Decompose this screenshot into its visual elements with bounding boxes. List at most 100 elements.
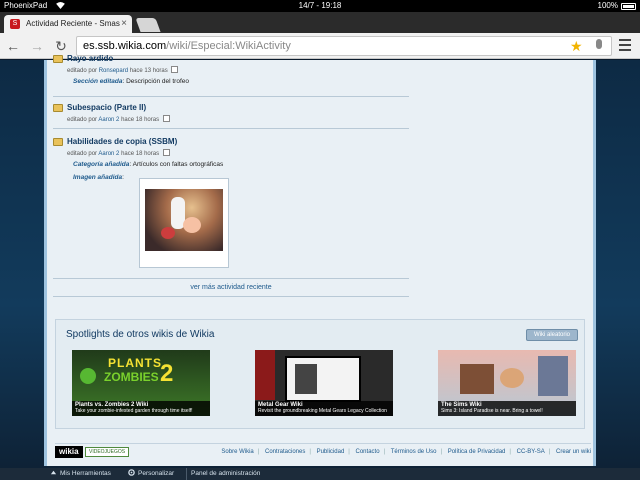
activity-title[interactable]: Rayo ardido <box>67 54 409 63</box>
tab-title: Actividad Reciente - Smas <box>26 19 120 28</box>
status-bar: PhoenixPad 14/7 - 19:18 100% <box>0 0 640 12</box>
activity-title[interactable]: Subespacio (Parte II) <box>67 103 409 112</box>
ssbm-screenshot <box>145 189 223 251</box>
activity-user[interactable]: Ronsepard <box>99 68 128 74</box>
back-arrow-icon[interactable]: ← <box>4 37 22 55</box>
spotlight-metal-gear[interactable]: Metal Gear Wiki Revisit the groundbreaki… <box>255 350 393 416</box>
battery-percent: 100% <box>597 1 618 10</box>
pvz-logo-text: PLANTS <box>108 356 162 370</box>
house-shape <box>538 356 568 396</box>
more-activity-link[interactable]: ver más actividad reciente <box>53 284 409 291</box>
forward-arrow-icon[interactable]: → <box>28 37 46 55</box>
activity-item: Habilidades de copia (SSBM) editado por … <box>53 137 409 181</box>
my-tools-button[interactable]: Mis Herramientas <box>50 468 111 480</box>
detail-text: : Artículos con faltas ortográficas <box>129 161 224 168</box>
footer-links: Sobre Wikia | Contrataciones | Publicidad |… <box>217 449 591 455</box>
figure-shape <box>161 227 175 239</box>
bookmark-star-icon[interactable]: ★ <box>570 37 583 55</box>
activity-title[interactable]: Habilidades de copia (SSBM) <box>67 137 409 146</box>
footer-link[interactable]: Contrataciones <box>265 449 305 455</box>
edit-icon <box>53 138 63 146</box>
random-wiki-button[interactable]: Wiki aleatorio <box>526 329 578 341</box>
activity-user[interactable]: Aaron 2 <box>98 151 119 157</box>
spotlight-desc: Take your zombie-infested garden through… <box>75 408 193 414</box>
activity-detail: Sección editada: Descripción del trofeo <box>73 78 409 85</box>
wikia-toolbar: Mis Herramientas Personalizar Panel de a… <box>0 468 640 480</box>
diff-icon[interactable] <box>171 66 179 73</box>
activity-meta: editado por Aaron 2 hace 18 horas <box>67 149 409 157</box>
tab-strip: S Actividad Reciente - Smas × <box>0 12 640 33</box>
customize-button[interactable]: Personalizar <box>128 468 174 480</box>
plant-shape <box>80 368 96 384</box>
customize-label: Personalizar <box>138 470 175 477</box>
divider <box>53 128 409 129</box>
activity-item: Rayo ardido editado por Ronsepard hace 1… <box>53 54 409 85</box>
footer-link[interactable]: Política de Privacidad <box>448 449 506 455</box>
red-shape <box>255 350 275 400</box>
gear-icon <box>128 469 135 476</box>
separator: | <box>440 449 443 455</box>
wikia-footer: wikia VIDEOJUEGOS Sobre Wikia | Contratac… <box>55 443 591 459</box>
edited-by-label: editado por <box>67 117 98 123</box>
menu-icon[interactable] <box>619 39 631 53</box>
wikia-logo[interactable]: wikia <box>55 446 83 458</box>
separator: | <box>257 449 260 455</box>
battery-icon <box>621 3 636 10</box>
edited-by-label: editado por <box>67 151 98 157</box>
my-tools-label: Mis Herramientas <box>60 470 111 477</box>
activity-meta: editado por Aaron 2 hace 18 horas <box>67 115 409 123</box>
wiki-content: Rayo ardido editado por Ronsepard hace 1… <box>44 54 596 466</box>
activity-time: hace 13 horas <box>129 68 168 74</box>
admin-panel-link[interactable]: Panel de administración <box>186 468 260 480</box>
edited-by-label: editado por <box>67 68 98 74</box>
detail-label: Sección editada <box>73 78 123 85</box>
address-bar[interactable]: es.ssb.wikia.com/wiki/Especial:WikiActiv… <box>76 36 612 56</box>
divider <box>53 278 409 279</box>
spotlight-pvz[interactable]: PLANTS ZOMBIES 2 Plants vs. Zombies 2 Wi… <box>72 350 210 416</box>
activity-item: Subespacio (Parte II) editado por Aaron … <box>53 103 409 123</box>
browser-tab[interactable]: S Actividad Reciente - Smas × <box>4 15 132 33</box>
image-added-colon: : <box>122 174 124 181</box>
image-thumbnail[interactable] <box>139 178 229 268</box>
chevron-up-icon <box>50 470 57 475</box>
house-shape <box>460 364 494 394</box>
divider <box>53 296 409 297</box>
person-shape <box>500 368 524 388</box>
separator: | <box>348 449 350 455</box>
activity-time: hace 18 horas <box>121 117 160 123</box>
footer-link[interactable]: Términos de Uso <box>391 449 437 455</box>
pvz-logo-text: 2 <box>160 360 174 387</box>
footer-link[interactable]: Publicidad <box>317 449 345 455</box>
figure-shape <box>183 217 201 233</box>
book-shape <box>285 356 361 402</box>
page-background: Rayo ardido editado por Ronsepard hace 1… <box>0 54 640 468</box>
footer-link[interactable]: Crear un wiki <box>556 449 591 455</box>
diff-icon[interactable] <box>162 149 170 156</box>
activity-time: hace 18 horas <box>121 151 160 157</box>
close-tab-icon[interactable]: × <box>121 15 127 33</box>
new-tab-button[interactable] <box>135 18 161 32</box>
image-added: Imagen añadida: <box>73 174 409 181</box>
diff-icon[interactable] <box>162 115 170 122</box>
spotlight-caption: Metal Gear Wiki Revisit the groundbreaki… <box>255 401 393 416</box>
microphone-icon[interactable] <box>596 39 602 49</box>
spotlight-caption: The Sims Wiki Sims 3: Island Paradise is… <box>438 401 576 416</box>
detail-text: : Descripción del trofeo <box>122 78 189 85</box>
footer-link[interactable]: Sobre Wikia <box>221 449 253 455</box>
reload-icon[interactable]: ↻ <box>52 37 70 55</box>
pvz-logo-text: ZOMBIES <box>104 370 159 384</box>
spotlights-panel: Spotlights de otros wikis de Wikia Wiki … <box>55 319 585 429</box>
spotlight-desc: Revisit the groundbreaking Metal Gears L… <box>258 408 387 414</box>
activity-user[interactable]: Aaron 2 <box>98 117 119 123</box>
spotlight-desc: Sims 3: Island Paradise is near. Bring a… <box>441 408 543 414</box>
footer-link[interactable]: CC-BY-SA <box>517 449 545 455</box>
edit-icon <box>53 104 63 112</box>
hub-badge[interactable]: VIDEOJUEGOS <box>85 447 130 457</box>
edit-icon <box>53 55 63 63</box>
status-time: 14/7 - 19:18 <box>298 1 342 10</box>
footer-link[interactable]: Contacto <box>356 449 380 455</box>
divider <box>53 96 409 97</box>
detail-label: Categoría añadida <box>73 161 130 168</box>
spotlight-caption: Plants vs. Zombies 2 Wiki Take your zomb… <box>72 401 210 416</box>
spotlight-sims[interactable]: The Sims Wiki Sims 3: Island Paradise is… <box>438 350 576 416</box>
